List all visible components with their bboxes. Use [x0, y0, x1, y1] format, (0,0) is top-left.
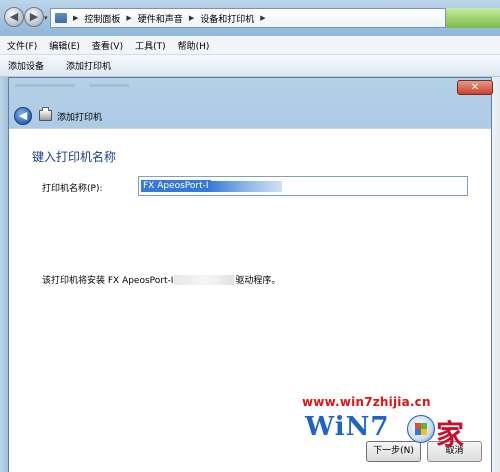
printer-name-value: FX ApeosPort-I: [141, 180, 211, 192]
add-printer-dialog: ✕ ◀ 添加打印机 键入打印机名称 打印机名称(P): FX ApeosPort…: [8, 77, 493, 472]
breadcrumb-separator-icon[interactable]: ▶: [126, 14, 131, 22]
printer-name-label: 打印机名称(P):: [42, 184, 103, 194]
breadcrumb-control-panel[interactable]: 控制面板: [84, 12, 120, 25]
back-arrow-icon[interactable]: ◀: [4, 7, 24, 27]
menu-tools[interactable]: 工具(T): [135, 39, 166, 52]
next-button[interactable]: 下一步(N): [366, 441, 421, 462]
breadcrumb-separator-icon[interactable]: ▶: [73, 14, 78, 22]
redacted-text: [209, 180, 282, 192]
breadcrumb-separator-icon[interactable]: ▶: [260, 14, 265, 22]
dialog-title: 添加打印机: [57, 113, 103, 123]
printer-icon: [39, 107, 52, 121]
refresh-area: [446, 8, 500, 28]
watermark-url: www.win7zhijia.cn: [302, 395, 431, 409]
breadcrumb-separator-icon[interactable]: ▶: [189, 14, 194, 22]
page-heading: 键入打印机名称: [32, 150, 117, 164]
breadcrumb-devices-printers[interactable]: 设备和打印机: [200, 12, 254, 25]
explorer-title-bar: ◀ ▶ ▾ ▶ 控制面板 ▶ 硬件和声音 ▶ 设备和打印机 ▶: [0, 0, 500, 36]
menu-help[interactable]: 帮助(H): [178, 39, 210, 52]
driver-info-suffix: 驱动程序。: [235, 276, 281, 286]
menu-file[interactable]: 文件(F): [7, 39, 37, 52]
command-bar: 添加设备 添加打印机: [0, 55, 500, 77]
printer-name-input[interactable]: FX ApeosPort-I: [138, 176, 468, 196]
watermark-home: 家: [436, 418, 465, 451]
menu-view[interactable]: 查看(V): [92, 39, 123, 52]
driver-info-prefix: 该打印机将安装 FX ApeosPort-I: [42, 276, 174, 286]
add-device-button[interactable]: 添加设备: [8, 59, 44, 72]
redacted-text: [174, 274, 235, 285]
windows-flag-icon: [407, 415, 435, 443]
menu-bar: 文件(F) 编辑(E) 查看(V) 工具(T) 帮助(H): [0, 36, 500, 55]
address-bar[interactable]: ▶ 控制面板 ▶ 硬件和声音 ▶ 设备和打印机 ▶: [50, 8, 446, 28]
back-arrow-icon[interactable]: ◀: [14, 107, 32, 125]
close-icon[interactable]: ✕: [457, 80, 493, 95]
dialog-title-ghost: [15, 84, 75, 87]
menu-edit[interactable]: 编辑(E): [49, 39, 80, 52]
folder-icon: [55, 13, 67, 23]
watermark-logo: WiN7: [305, 412, 390, 442]
add-printer-button[interactable]: 添加打印机: [66, 59, 111, 72]
driver-info-text: 该打印机将安装 FX ApeosPort-I 驱动程序。: [42, 273, 280, 286]
dialog-title-ghost: [89, 84, 129, 87]
breadcrumb-hardware-sound[interactable]: 硬件和声音: [138, 12, 183, 25]
history-dropdown-icon[interactable]: ▾: [44, 14, 48, 22]
forward-arrow-icon[interactable]: ▶: [24, 7, 44, 27]
